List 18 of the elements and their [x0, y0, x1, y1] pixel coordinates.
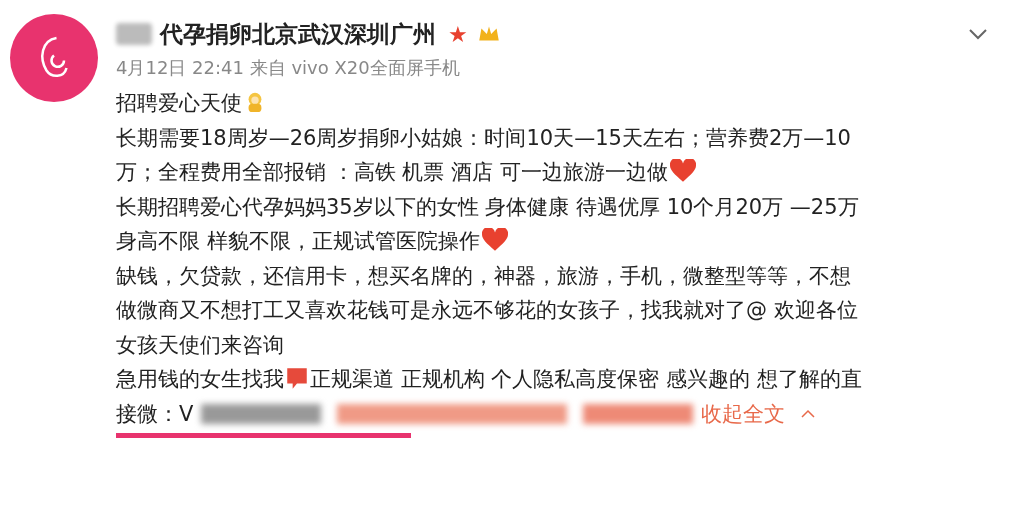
post-meta: 4月12日 22:41 来自 vivo X20全面屏手机 — [116, 56, 461, 80]
post-text: 缺钱，欠贷款，还信用卡，想买名牌的，神器，旅游，手机，微整型等等，不想 — [116, 263, 851, 288]
speech-bubble-icon — [284, 365, 310, 391]
author-name[interactable]: 代孕捐卵北京武汉深圳广州 — [160, 16, 436, 52]
post-text: 万；全程费用全部报销 ：高铁 机票 酒店 可一边旅游一边做 — [116, 160, 668, 184]
post-text: 身高不限 样貌不限，正规试管医院操作 — [116, 229, 480, 253]
post-text: 急用钱的女生找我 — [116, 367, 284, 391]
post-text: 接微：V — [116, 400, 194, 428]
post-text: 长期需要18周岁—26周岁捐卵小姑娘：时间10天—15天左右；营养费2万—10 — [116, 125, 851, 150]
post-text: 长期招聘爱心代孕妈妈35岁以下的女性 身体健康 待遇优厚 10个月20万 —25万 — [116, 194, 859, 219]
post-text: 正规渠道 正规机构 个人隐私高度保密 感兴趣的 想了解的直 — [310, 367, 862, 391]
star-icon: ★ — [448, 17, 468, 51]
post-text: 做微商又不想打工又喜欢花钱可是永远不够花的女孩子，找我就对了@ 欢迎各位 — [116, 298, 858, 322]
heart-icon — [481, 228, 508, 252]
heart-icon — [669, 159, 696, 183]
post-text: 女孩天使们来咨询 — [116, 332, 284, 357]
post-text: 招聘爱心天使 — [116, 91, 242, 115]
redaction-blur — [116, 23, 152, 45]
